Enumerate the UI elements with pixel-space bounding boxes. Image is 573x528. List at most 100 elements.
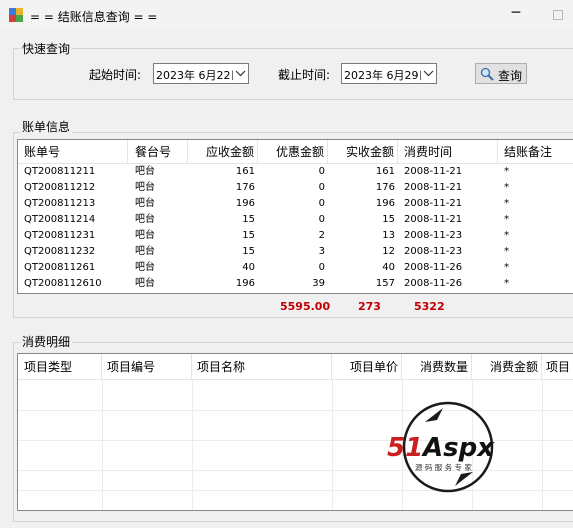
cell-receivable: 15 xyxy=(242,214,255,225)
cell-receivable: 40 xyxy=(242,262,255,273)
table-row[interactable]: QT200811213 吧台 196 0 196 2008-11-21 * xyxy=(18,196,573,212)
cell-received: 40 xyxy=(382,262,395,273)
col-remark[interactable]: 结账备注 xyxy=(498,140,573,164)
total-receivable: 5595.00 xyxy=(280,300,331,313)
cell-time: 2008-11-23 xyxy=(404,246,463,257)
cell-receivable: 196 xyxy=(235,198,255,209)
cell-receivable: 176 xyxy=(235,182,255,193)
table-row[interactable]: QT200811232 吧台 15 3 12 2008-11-23 * xyxy=(18,244,573,260)
query-button[interactable]: 查询 xyxy=(475,63,527,84)
bills-label: 账单信息 xyxy=(20,120,73,134)
total-received: 5322 xyxy=(414,300,445,313)
cell-table-no: 吧台 xyxy=(135,214,155,225)
cell-bill-no: QT200811214 xyxy=(24,214,96,225)
cell-remark: * xyxy=(504,214,509,225)
cell-received: 157 xyxy=(375,278,395,289)
cell-discount: 2 xyxy=(318,230,325,241)
col-bill-no[interactable]: 账单号 xyxy=(18,140,128,164)
brand-watermark-logo: 51 Aspx 源 码 服 务 专 家 xyxy=(387,401,495,493)
col-time[interactable]: 消费时间 xyxy=(398,140,498,164)
col-item-type[interactable]: 项目类型 xyxy=(18,354,102,380)
cell-received: 15 xyxy=(382,214,395,225)
bills-table-header: 账单号 餐台号 应收金额 优惠金额 实收金额 消费时间 结账备注 xyxy=(18,140,573,164)
cell-remark: * xyxy=(504,278,509,289)
cell-remark: * xyxy=(504,246,509,257)
search-icon xyxy=(480,67,494,81)
table-row[interactable]: QT200811261 吧台 40 0 40 2008-11-26 * xyxy=(18,260,573,276)
table-row[interactable]: QT200811212 吧台 176 0 176 2008-11-21 * xyxy=(18,180,573,196)
col-received[interactable]: 实收金额 xyxy=(328,140,398,164)
cell-bill-no: QT200811231 xyxy=(24,230,96,241)
cell-bill-no: QT200811261 xyxy=(24,262,96,273)
start-date-dropdown[interactable] xyxy=(233,64,248,83)
chevron-down-icon xyxy=(235,70,246,77)
col-table-no[interactable]: 餐台号 xyxy=(128,140,188,164)
window-title: = = 结账信息查询 = = xyxy=(30,10,158,24)
quick-query-label: 快速查询 xyxy=(20,42,73,56)
cell-table-no: 吧台 xyxy=(135,182,155,193)
cell-table-no: 吧台 xyxy=(135,246,155,257)
cell-time: 2008-11-21 xyxy=(404,182,463,193)
col-receivable[interactable]: 应收金额 xyxy=(188,140,258,164)
cell-time: 2008-11-21 xyxy=(404,198,463,209)
col-discount[interactable]: 优惠金额 xyxy=(258,140,328,164)
cell-time: 2008-11-21 xyxy=(404,214,463,225)
col-item-name[interactable]: 项目名称 xyxy=(192,354,332,380)
cell-discount: 0 xyxy=(318,166,325,177)
cell-time: 2008-11-26 xyxy=(404,262,463,273)
col-item-no[interactable]: 项目编号 xyxy=(102,354,192,380)
app-icon xyxy=(9,8,23,22)
svg-text:源 码 服 务 专 家: 源 码 服 务 专 家 xyxy=(415,462,472,472)
cell-table-no: 吧台 xyxy=(135,166,155,177)
cell-receivable: 161 xyxy=(235,166,255,177)
end-date-picker[interactable]: 2023年 6月29日 xyxy=(341,63,437,84)
cell-discount: 0 xyxy=(318,214,325,225)
cell-bill-no: QT200811211 xyxy=(24,166,96,177)
cell-table-no: 吧台 xyxy=(135,262,155,273)
cell-discount: 39 xyxy=(312,278,325,289)
cell-received: 161 xyxy=(375,166,395,177)
chevron-down-icon xyxy=(423,70,434,77)
table-row[interactable]: QT200811211 吧台 161 0 161 2008-11-21 * xyxy=(18,164,573,180)
col-item-amount[interactable]: 消费金额 xyxy=(472,354,542,380)
cell-remark: * xyxy=(504,262,509,273)
cell-time: 2008-11-26 xyxy=(404,278,463,289)
cell-time: 2008-11-21 xyxy=(404,166,463,177)
col-item-price[interactable]: 项目单价 xyxy=(332,354,402,380)
cell-remark: * xyxy=(504,230,509,241)
query-button-label: 查询 xyxy=(498,69,523,83)
cell-remark: * xyxy=(504,182,509,193)
table-row[interactable]: QT200811214 吧台 15 0 15 2008-11-21 * xyxy=(18,212,573,228)
details-table-header: 项目类型 项目编号 项目名称 项目单价 消费数量 消费金额 项目 xyxy=(18,354,573,380)
title-bar: = = 结账信息查询 = = ─ xyxy=(0,0,573,30)
col-item-extra[interactable]: 项目 xyxy=(542,354,573,380)
maximize-button[interactable] xyxy=(553,10,563,20)
cell-received: 13 xyxy=(382,230,395,241)
bills-table[interactable]: 账单号 餐台号 应收金额 优惠金额 实收金额 消费时间 结账备注 QT20081… xyxy=(17,139,573,294)
cell-table-no: 吧台 xyxy=(135,278,155,289)
cell-discount: 3 xyxy=(318,246,325,257)
cell-remark: * xyxy=(504,166,509,177)
cell-time: 2008-11-23 xyxy=(404,230,463,241)
cell-received: 196 xyxy=(375,198,395,209)
cell-table-no: 吧台 xyxy=(135,230,155,241)
col-item-qty[interactable]: 消费数量 xyxy=(402,354,472,380)
start-time-label: 起始时间: xyxy=(89,68,142,82)
cell-table-no: 吧台 xyxy=(135,198,155,209)
cell-remark: * xyxy=(504,198,509,209)
end-date-dropdown[interactable] xyxy=(421,64,436,83)
cell-receivable: 15 xyxy=(242,246,255,257)
table-row[interactable]: QT200811231 吧台 15 2 13 2008-11-23 * xyxy=(18,228,573,244)
start-date-picker[interactable]: 2023年 6月22日 xyxy=(153,63,249,84)
cell-received: 176 xyxy=(375,182,395,193)
cell-receivable: 15 xyxy=(242,230,255,241)
details-label: 消费明细 xyxy=(20,335,73,349)
minimize-button[interactable]: ─ xyxy=(507,4,525,24)
cell-received: 12 xyxy=(382,246,395,257)
cell-bill-no: QT2008112610 xyxy=(24,278,102,289)
total-discount: 273 xyxy=(358,300,381,313)
cell-bill-no: QT200811232 xyxy=(24,246,96,257)
cell-bill-no: QT200811212 xyxy=(24,182,96,193)
end-date-value: 2023年 6月29日 xyxy=(344,69,430,82)
table-row[interactable]: QT2008112610 吧台 196 39 157 2008-11-26 * xyxy=(18,276,573,292)
